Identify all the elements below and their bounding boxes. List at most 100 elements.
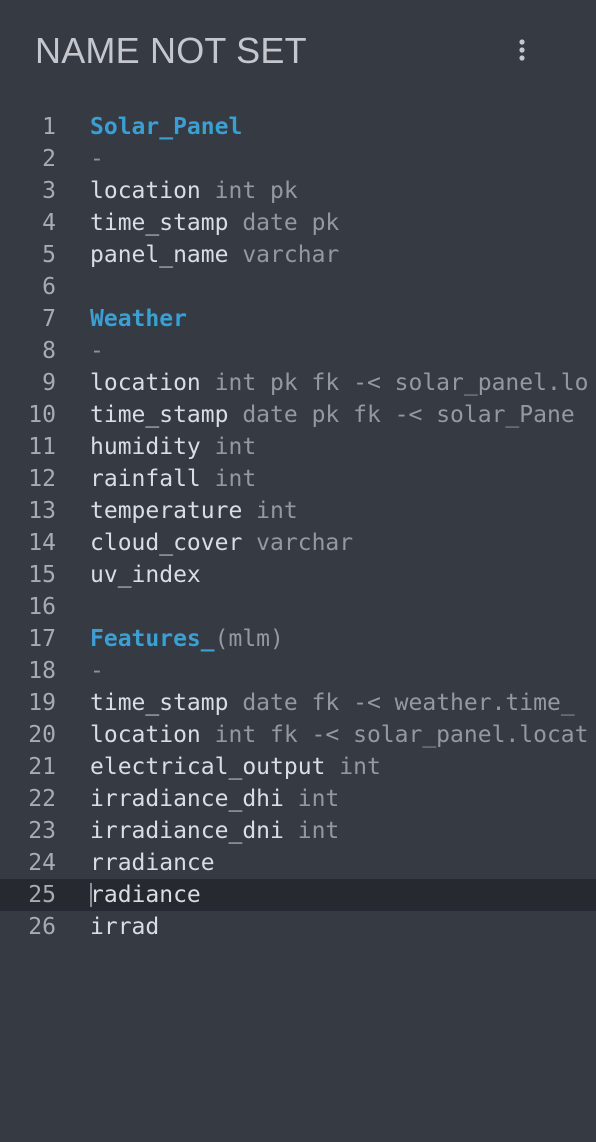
column-attributes: date pk fk -< solar_Pane bbox=[228, 402, 575, 428]
line-code[interactable]: location int pk bbox=[90, 175, 298, 207]
column-attributes: date pk bbox=[228, 210, 340, 236]
line-number: 26 bbox=[28, 914, 56, 940]
table-name: Features_ bbox=[90, 626, 215, 652]
line-code[interactable]: rainfall int bbox=[90, 463, 256, 495]
column-name: location bbox=[90, 178, 201, 204]
column-name: rainfall bbox=[90, 466, 201, 492]
column-attributes: int bbox=[242, 498, 298, 524]
line-code[interactable]: uv_index bbox=[90, 559, 201, 591]
line-code[interactable]: irradiance_dni int bbox=[90, 815, 339, 847]
line-number: 9 bbox=[42, 370, 56, 396]
line-number: 14 bbox=[28, 530, 56, 556]
editor-line[interactable]: 23 irradiance_dni int bbox=[0, 815, 596, 847]
editor-line[interactable]: 18 - bbox=[0, 655, 596, 687]
editor-line[interactable]: 20 location int fk -< solar_panel.locat bbox=[0, 719, 596, 751]
column-name: uv_index bbox=[90, 562, 201, 588]
editor-line[interactable]: 10 time_stamp date pk fk -< solar_Pane bbox=[0, 399, 596, 431]
line-code[interactable]: cloud_cover varchar bbox=[90, 527, 353, 559]
editor-line[interactable]: 9 location int pk fk -< solar_panel.lo bbox=[0, 367, 596, 399]
column-attributes: int bbox=[200, 466, 257, 492]
line-code[interactable]: Solar_Panel bbox=[90, 111, 242, 143]
editor-line[interactable]: 22 irradiance_dhi int bbox=[0, 783, 596, 815]
editor-line[interactable]: 26 irrad bbox=[0, 911, 596, 943]
column-name: cloud_cover bbox=[90, 530, 243, 556]
line-code[interactable]: electrical_output int bbox=[90, 751, 381, 783]
editor-line[interactable]: 19 time_stamp date fk -< weather.time_ bbox=[0, 687, 596, 719]
line-code[interactable]: time_stamp date pk bbox=[90, 207, 339, 239]
line-number: 13 bbox=[28, 498, 56, 524]
column-name: panel_name bbox=[90, 242, 229, 268]
line-number: 7 bbox=[42, 306, 56, 332]
line-code[interactable]: - bbox=[90, 143, 104, 175]
line-code[interactable]: irrad bbox=[90, 911, 159, 943]
line-code[interactable]: time_stamp date pk fk -< solar_Pane bbox=[90, 399, 575, 431]
column-name: time_stamp bbox=[90, 402, 229, 428]
column-name: temperature bbox=[90, 498, 243, 524]
editor-line[interactable]: 7 Weather bbox=[0, 303, 596, 335]
column-attributes: int pk fk -< solar_panel.lo bbox=[200, 370, 589, 396]
line-number: 10 bbox=[28, 402, 56, 428]
line-code[interactable]: time_stamp date fk -< weather.time_ bbox=[90, 687, 575, 719]
editor-line[interactable]: 17 Features_(mlm) bbox=[0, 623, 596, 655]
line-number: 23 bbox=[28, 818, 56, 844]
column-attributes: int bbox=[200, 434, 257, 460]
column-name: irradiance_dhi bbox=[90, 786, 284, 812]
line-number: 12 bbox=[28, 466, 56, 492]
line-number: 2 bbox=[42, 146, 56, 172]
code-editor[interactable]: 1 Solar_Panel 2-3 location int pk 4 time_stam… bbox=[0, 111, 596, 943]
line-number: 3 bbox=[42, 178, 56, 204]
column-name: rradiance bbox=[90, 850, 215, 876]
line-code[interactable]: Features_(mlm) bbox=[90, 623, 284, 655]
line-code[interactable]: Weather bbox=[90, 303, 187, 335]
editor-line[interactable]: 24 rradiance bbox=[0, 847, 596, 879]
column-attributes: int bbox=[325, 754, 381, 780]
editor-line[interactable]: 12 rainfall int bbox=[0, 463, 596, 495]
editor-line[interactable]: 13 temperature int bbox=[0, 495, 596, 527]
editor-line[interactable]: 4 time_stamp date pk bbox=[0, 207, 596, 239]
diagram-title[interactable]: NAME NOT SET bbox=[35, 30, 307, 72]
column-name: radiance bbox=[90, 882, 201, 908]
line-number: 21 bbox=[28, 754, 56, 780]
code-token: - bbox=[90, 146, 104, 172]
editor-line[interactable]: 1 Solar_Panel bbox=[0, 111, 596, 143]
editor-line[interactable]: 3 location int pk bbox=[0, 175, 596, 207]
more-options-button[interactable] bbox=[506, 32, 538, 68]
line-code[interactable]: radiance bbox=[90, 879, 201, 911]
column-attributes: varchar bbox=[228, 242, 340, 268]
line-number: 4 bbox=[42, 210, 56, 236]
editor-line[interactable]: 15 uv_index bbox=[0, 559, 596, 591]
editor-line[interactable]: 16 bbox=[0, 591, 596, 623]
line-code[interactable]: location int pk fk -< solar_panel.lo bbox=[90, 367, 589, 399]
editor-line[interactable]: 5 panel_name varchar bbox=[0, 239, 596, 271]
line-number: 25 bbox=[28, 882, 56, 908]
editor-line[interactable]: 21 electrical_output int bbox=[0, 751, 596, 783]
column-name: electrical_output bbox=[90, 754, 326, 780]
editor-line[interactable]: 14 cloud_cover varchar bbox=[0, 527, 596, 559]
column-name: irrad bbox=[90, 914, 160, 940]
line-code[interactable]: humidity int bbox=[90, 431, 256, 463]
line-code[interactable]: - bbox=[90, 655, 104, 687]
editor-line[interactable]: 11 humidity int bbox=[0, 431, 596, 463]
line-code[interactable]: rradiance bbox=[90, 847, 215, 879]
code-token: - bbox=[90, 658, 104, 684]
code-token: (mlm) bbox=[214, 626, 284, 652]
code-token: - bbox=[90, 338, 104, 364]
line-code[interactable]: - bbox=[90, 335, 104, 367]
line-number: 15 bbox=[28, 562, 56, 588]
column-attributes: int bbox=[283, 786, 340, 812]
line-code[interactable]: irradiance_dhi int bbox=[90, 783, 339, 815]
column-name: time_stamp bbox=[90, 690, 229, 716]
column-name: location bbox=[90, 722, 201, 748]
editor-line[interactable]: 6 bbox=[0, 271, 596, 303]
line-number: 6 bbox=[42, 274, 56, 300]
line-number: 8 bbox=[42, 338, 56, 364]
table-name: Weather bbox=[90, 306, 187, 332]
editor-line[interactable]: 8- bbox=[0, 335, 596, 367]
line-code[interactable]: temperature int bbox=[90, 495, 298, 527]
editor-line[interactable]: 2- bbox=[0, 143, 596, 175]
line-code[interactable]: panel_name varchar bbox=[90, 239, 339, 271]
line-code[interactable]: location int fk -< solar_panel.locat bbox=[90, 719, 589, 751]
line-number: 22 bbox=[28, 786, 56, 812]
editor-line[interactable]: 25 radiance bbox=[0, 879, 596, 911]
line-number: 1 bbox=[42, 114, 56, 140]
